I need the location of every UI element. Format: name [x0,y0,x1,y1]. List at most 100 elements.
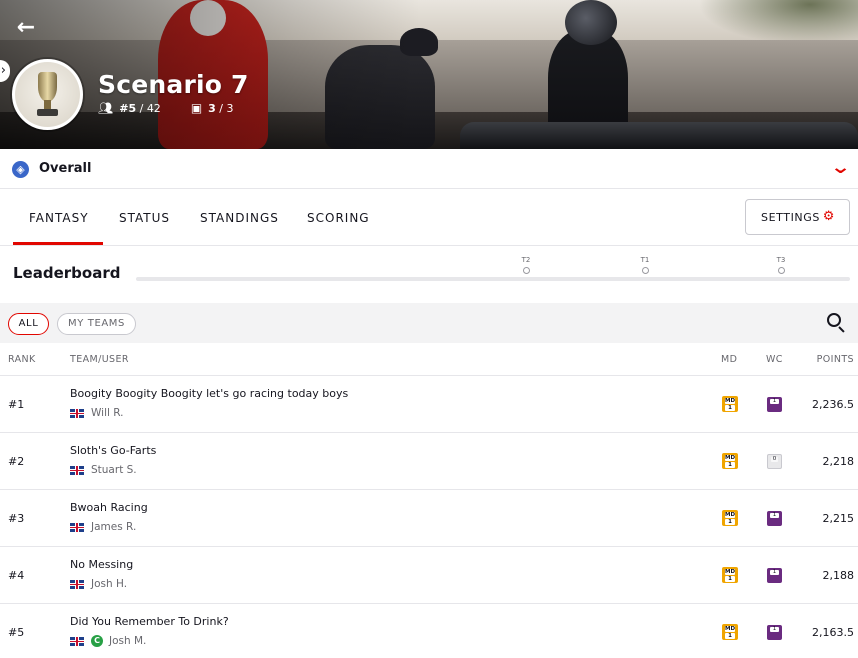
row-user: C Josh M. [70,635,146,647]
league-avatar [12,59,83,130]
filter-bar: ALL MY TEAMS [0,303,858,343]
mega-driver-chip-icon: MD 1 [722,624,738,640]
wildcard-chip-icon: 1 [767,568,782,583]
md-chip-label: MD [725,626,736,632]
md-chip-count: 1 [725,576,735,582]
hero-photo-helmet [565,0,617,45]
tab-scoring[interactable]: SCORING [307,211,370,225]
row-rank: #2 [8,455,25,468]
tab-fantasy[interactable]: FANTASY [29,211,89,225]
mega-driver-chip-icon: MD 1 [722,567,738,583]
md-chip-label: MD [725,512,736,518]
league-rank: #5 [119,101,137,115]
md-chip-count: 1 [725,633,735,639]
team-marker-t1[interactable]: T1 [635,256,655,274]
row-user: Stuart S. [70,464,137,476]
location-pin-icon [641,267,649,274]
row-rank: #1 [8,398,25,411]
filter-my-teams-button[interactable]: MY TEAMS [57,313,136,335]
row-user-name: Stuart S. [91,464,137,476]
row-user-name: Josh M. [109,635,147,647]
meta-sep: / [136,101,147,115]
row-points: 2,236.5 [812,398,854,411]
row-points: 2,218 [822,455,855,468]
header-points[interactable]: POINTS [817,354,854,365]
overall-selector[interactable]: ◈ Overall ⌄ [0,149,858,189]
row-points: 2,163.5 [812,626,854,639]
row-team-name[interactable]: Sloth's Go-Farts [70,444,156,457]
mega-driver-chip-icon: MD 1 [722,453,738,469]
marker-label: T2 [521,256,531,264]
row-user-name: James R. [91,521,137,533]
wildcard-chip-icon: 1 [767,625,782,640]
row-user: Will R. [70,407,124,419]
row-team-name[interactable]: No Messing [70,558,133,571]
settings-label: SETTINGS [761,210,820,224]
teams-used: 3 [208,101,216,115]
team-card-icon: ▣ [190,101,203,115]
users-icon: 👥︎ [98,101,114,115]
mega-driver-chip-icon: MD 1 [722,396,738,412]
chevron-down-icon[interactable]: ⌄ [830,157,851,178]
leaderboard-title: Leaderboard [13,264,121,282]
header-md[interactable]: MD [721,354,737,365]
search-icon-handle [838,326,845,333]
league-title: Scenario 7 [98,70,249,99]
md-chip-label: MD [725,455,736,461]
meta-sep: / [215,101,227,115]
row-team-name[interactable]: Bwoah Racing [70,501,148,514]
wildcard-chip-icon: 1 [767,511,782,526]
row-user: Josh H. [70,578,127,590]
tab-bar: FANTASY STATUS STANDINGS SCORING [0,189,858,246]
md-chip-label: MD [725,398,736,404]
row-user: James R. [70,521,136,533]
tab-status[interactable]: STATUS [119,211,170,225]
table-row[interactable]: #4 No Messing Josh H. MD 1 1 2,188 [0,547,858,604]
filter-all-button[interactable]: ALL [8,313,49,335]
row-rank: #3 [8,512,25,525]
wc-chip-count: 1 [770,569,779,575]
team-marker-t2[interactable]: T2 [516,256,536,274]
table-row[interactable]: #2 Sloth's Go-Farts Stuart S. MD 1 0 2,21… [0,433,858,490]
wc-chip-count: 1 [770,626,779,632]
hero-photo-car [460,122,858,149]
overall-label: Overall [39,161,92,176]
active-tab-indicator [13,242,103,245]
uk-flag-icon [70,408,84,418]
table-row[interactable]: #5 Did You Remember To Drink? C Josh M. … [0,604,858,658]
table-row[interactable]: #1 Boogity Boogity Boogity let's go raci… [0,376,858,433]
row-user-name: Will R. [91,407,124,419]
marker-label: T3 [776,256,786,264]
uk-flag-icon [70,465,84,475]
table-row[interactable]: #3 Bwoah Racing James R. MD 1 1 2,215 [0,490,858,547]
team-marker-t3[interactable]: T3 [771,256,791,274]
teams-total: 3 [226,101,234,115]
row-rank: #4 [8,569,25,582]
globe-icon: ◈ [12,161,29,178]
tab-standings[interactable]: STANDINGS [200,211,279,225]
header-team-user[interactable]: TEAM/USER [70,354,129,365]
trophy-icon [15,62,80,127]
row-team-name[interactable]: Did You Remember To Drink? [70,615,229,628]
row-points: 2,215 [822,512,855,525]
uk-flag-icon [70,636,84,646]
wc-chip-count: 0 [771,456,778,462]
row-points: 2,188 [822,569,855,582]
wc-chip-count: 1 [770,398,779,404]
row-team-name[interactable]: Boogity Boogity Boogity let's go racing … [70,387,348,400]
md-chip-label: MD [725,569,736,575]
location-pin-icon [522,267,530,274]
header-rank[interactable]: RANK [8,354,36,365]
search-icon[interactable] [826,312,846,333]
back-arrow-icon[interactable]: ← [14,16,38,40]
md-chip-count: 1 [725,462,735,468]
leaderboard-progress-track [136,277,850,281]
wc-chip-count: 1 [770,512,779,518]
header-wc[interactable]: WC [766,354,783,365]
uk-flag-icon [70,579,84,589]
settings-button[interactable]: SETTINGS ⚙ [745,199,850,235]
trophy-cup [38,72,57,102]
row-user-name: Josh H. [91,578,128,590]
table-header: RANK TEAM/USER MD WC POINTS [0,343,858,376]
marker-label: T1 [640,256,650,264]
